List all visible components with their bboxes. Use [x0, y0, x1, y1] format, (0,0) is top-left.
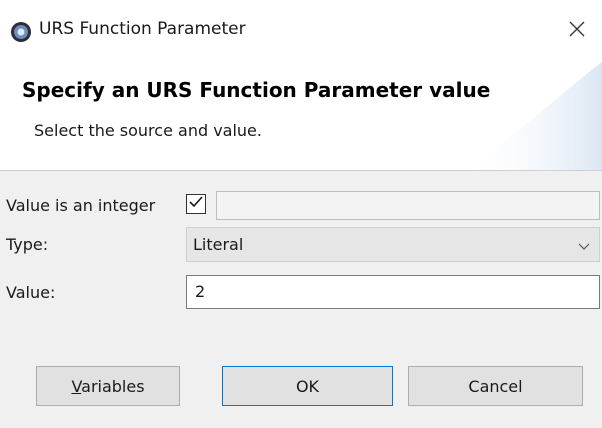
type-select-value: Literal — [193, 235, 244, 254]
header-banner: Specify an URS Function Parameter value … — [0, 62, 602, 170]
value-input-text: 2 — [195, 282, 206, 301]
window-title: URS Function Parameter — [39, 19, 246, 39]
ok-button[interactable]: OK — [222, 366, 393, 406]
type-select[interactable]: Literal — [186, 227, 600, 262]
integer-field — [216, 191, 600, 220]
value-input[interactable]: 2 — [186, 275, 600, 309]
banner-heading: Specify an URS Function Parameter value — [22, 78, 491, 102]
variables-button-label: Variables — [71, 376, 145, 396]
close-icon — [569, 21, 585, 41]
value-label: Value: — [6, 283, 56, 302]
title-bar: URS Function Parameter — [0, 0, 602, 62]
banner-description: Select the source and value. — [34, 121, 262, 140]
close-button[interactable] — [560, 14, 594, 48]
banner-decoration — [462, 62, 602, 170]
variables-button[interactable]: Variables — [36, 366, 180, 406]
cancel-button-label: Cancel — [468, 376, 523, 396]
chevron-down-icon — [577, 238, 591, 252]
integer-label: Value is an integer — [6, 196, 156, 215]
ok-button-label: OK — [295, 376, 320, 396]
cancel-button[interactable]: Cancel — [408, 366, 583, 406]
check-icon — [188, 194, 204, 214]
type-label: Type: — [6, 235, 49, 254]
app-icon — [10, 21, 32, 43]
integer-checkbox[interactable] — [186, 194, 206, 214]
function-parameter-dialog: URS Function Parameter Specify an URS Fu… — [0, 0, 602, 428]
